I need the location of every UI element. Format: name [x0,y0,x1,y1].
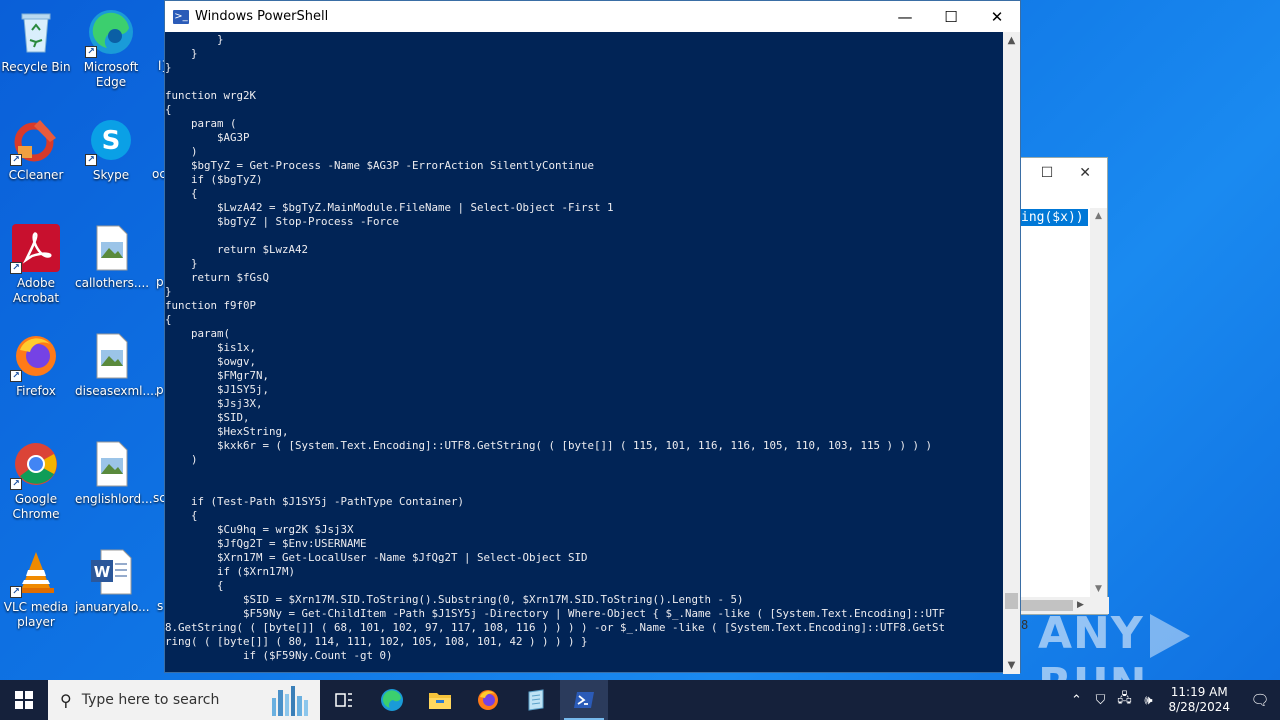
firefox-icon: ↗ [10,332,60,382]
desktop-icon-diseasexml[interactable]: diseasexml.... [75,332,158,399]
desktop-icon-label: Recycle Bin [1,60,71,74]
image-file-icon [87,332,135,380]
scroll-thumb[interactable] [1005,593,1018,609]
desktop-icon-callothers[interactable]: callothers.... [75,224,150,291]
powershell-icon [574,692,594,708]
minimize-button[interactable]: — [882,1,928,32]
search-icon: ⚲ [60,690,72,710]
console-scrollbar[interactable]: ▲ ▼ [1003,32,1020,674]
ccleaner-icon: ↗ [10,116,60,166]
desktop-icon-ccleaner[interactable]: ↗ CCleaner [0,116,72,183]
search-highlight-image [272,686,308,716]
svg-text:S: S [102,126,121,156]
image-file-icon [87,440,135,488]
task-view-button[interactable] [320,680,368,720]
taskbar-powershell[interactable] [560,680,608,720]
desktop-icon-acrobat[interactable]: ↗ Adobe Acrobat [0,224,72,306]
maximize-button[interactable]: ☐ [928,1,974,32]
desktop-icon-firefox[interactable]: ↗ Firefox [0,332,72,399]
desktop-icon-englishlord[interactable]: englishlord... [75,440,153,507]
watermark-play-icon [1149,614,1190,658]
word-doc-icon: W [87,548,135,596]
chrome-icon: ↗ [10,440,60,490]
desktop-icon-skype[interactable]: S ↗ Skype [75,116,147,183]
background-window[interactable]: ☐ ✕ ing($x)) ▲ ▼ ▶ 8 [1020,157,1109,632]
windows-logo-icon [15,691,33,709]
file-explorer-icon [429,693,451,709]
desktop-icon-label: callothers.... [75,276,150,290]
start-button[interactable] [0,680,48,720]
desktop-icon-label: Adobe Acrobat [12,276,60,305]
scroll-up-icon[interactable]: ▲ [1003,32,1020,49]
recycle-bin-icon [12,8,60,56]
desktop-icon-recycle-bin[interactable]: Recycle Bin [0,8,72,75]
background-window-titlebar: ☐ ✕ [1021,158,1107,188]
desktop-icon-label: Firefox [16,384,56,398]
desktop-icon-vlc[interactable]: ↗ VLC media player [0,548,72,630]
desktop-icon-label: januaryalo... [75,600,150,614]
taskbar: ⚲ Type here to search ⌃ ⛉ 🖧 🕪 11:19 AM 8… [0,680,1280,720]
taskbar-search-box[interactable]: ⚲ Type here to search [48,680,320,720]
background-window-scrollbar[interactable]: ▲ ▼ [1090,208,1107,598]
powershell-icon: >_ [173,9,189,24]
taskbar-file-explorer[interactable] [416,680,464,720]
powershell-window[interactable]: >_ Windows PowerShell — ☐ ✕ } } } functi… [164,0,1021,674]
acrobat-icon: ↗ [10,224,60,274]
partial-desktop-label: p [156,383,164,397]
desktop-icon-label: Skype [92,168,130,182]
notepad-icon [528,689,544,711]
console-text: } } } function wrg2K { param ( $AG3P ) $… [165,33,946,662]
scroll-down-icon[interactable]: ▼ [1090,581,1107,598]
image-file-icon [87,224,135,272]
firefox-icon [478,690,498,710]
desktop-icon-label: Microsoft Edge [83,60,139,89]
maximize-button[interactable]: ☐ [1041,165,1054,181]
taskbar-notepad[interactable] [512,680,560,720]
edge-icon [381,689,403,711]
svg-text:W: W [94,563,111,581]
show-hidden-icons-chevron-icon[interactable]: ⌃ [1064,693,1088,708]
notification-center-icon[interactable]: 🗨 [1240,691,1280,709]
desktop-icon-januaryalo[interactable]: W januaryalo... [75,548,150,615]
partial-desktop-label: p [156,275,164,289]
network-icon[interactable]: 🖧 [1112,689,1136,711]
clock[interactable]: 11:19 AM 8/28/2024 [1168,685,1230,715]
clock-time: 11:19 AM [1170,685,1228,699]
desktop-icon-label: Google Chrome [12,492,60,521]
powershell-titlebar[interactable]: >_ Windows PowerShell — ☐ ✕ [165,1,1020,32]
volume-icon[interactable]: 🕪 [1136,693,1160,708]
console-output[interactable]: } } } function wrg2K { param ( $AG3P ) $… [165,32,1003,674]
desktop-icon-label: CCleaner [8,168,64,182]
window-title: Windows PowerShell [195,9,329,24]
task-view-icon [335,693,352,707]
taskbar-edge[interactable] [368,680,416,720]
partial-text: 8 [1021,618,1029,632]
skype-icon: S ↗ [85,116,135,166]
security-icon[interactable]: ⛉ [1088,693,1112,708]
desktop-icon-label: VLC media player [3,600,69,629]
scroll-down-icon[interactable]: ▼ [1003,657,1020,674]
selected-code-text: ing($x)) [1021,209,1088,226]
desktop-icon-label: diseasexml.... [75,384,158,398]
close-button[interactable]: ✕ [974,1,1020,32]
clock-date: 8/28/2024 [1168,700,1230,714]
desktop-icon-edge[interactable]: ↗ Microsoft Edge [75,8,147,90]
desktop-icon-chrome[interactable]: ↗ Google Chrome [0,440,72,522]
partial-desktop-label: s [157,599,164,613]
close-button[interactable]: ✕ [1079,165,1091,181]
system-tray: ⌃ ⛉ 🖧 🕪 11:19 AM 8/28/2024 🗨 [1064,680,1280,720]
scroll-up-icon[interactable]: ▲ [1090,208,1107,225]
vlc-icon: ↗ [10,548,60,598]
taskbar-firefox[interactable] [464,680,512,720]
edge-icon: ↗ [85,8,135,58]
watermark-text-left: ANY [1038,608,1144,659]
search-placeholder: Type here to search [81,692,220,708]
desktop-icon-label: englishlord... [75,492,153,506]
